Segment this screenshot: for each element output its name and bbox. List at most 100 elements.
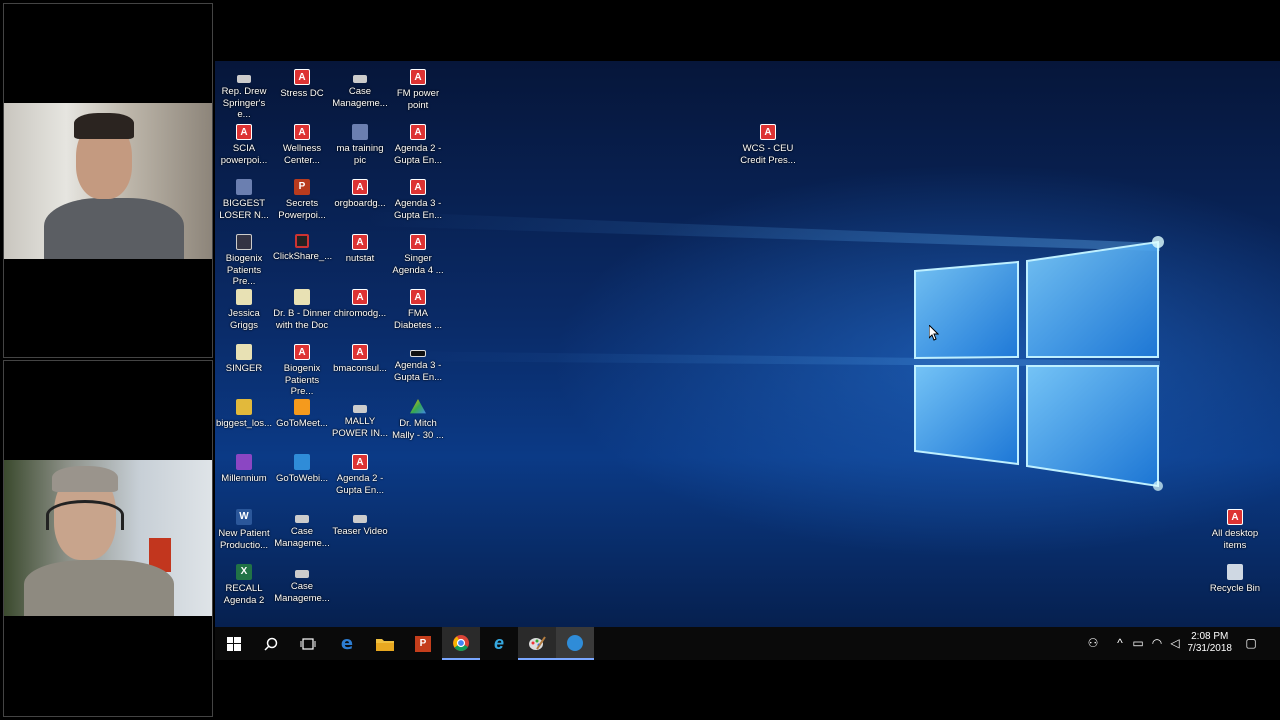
desktop-icon-agenda-2-gupta[interactable]: A Agenda 2 - Gupta En...: [389, 124, 447, 178]
pdf-file-icon: A: [352, 289, 368, 305]
pdf-file-icon: A: [352, 234, 368, 250]
internet-explorer-button[interactable]: e: [480, 627, 518, 660]
participant-2-hair: [52, 466, 118, 492]
desktop-icon-case-management-1[interactable]: Case Manageme...: [331, 69, 389, 123]
paint-icon: [529, 635, 546, 650]
image-file-icon: [352, 124, 368, 140]
pdf-file-icon: A: [410, 69, 426, 85]
desktop-icon-gotowebinar[interactable]: GoToWebi...: [273, 454, 331, 508]
edge-button[interactable]: e: [328, 627, 366, 660]
participant-1-hair: [74, 113, 134, 139]
desktop-icon-nutstat[interactable]: Anutstat: [331, 234, 389, 288]
gotowebinar-button[interactable]: [556, 627, 594, 660]
pdf-file-icon: A: [410, 124, 426, 140]
gotowebinar-app-icon: [294, 454, 310, 470]
video-file-icon: [237, 75, 251, 83]
desktop-icon-singer[interactable]: SINGER: [215, 344, 273, 398]
search-icon: [264, 637, 278, 651]
desktop-icon-biogenix-patients-1[interactable]: Biogenix Patients Pre...: [215, 234, 273, 288]
desktop-icon-stress-dc[interactable]: A Stress DC: [273, 69, 331, 123]
video-file-icon: [353, 75, 367, 83]
pdf-file-icon: A: [236, 124, 252, 140]
desktop-icon-case-management-2[interactable]: Case Manageme...: [273, 509, 331, 563]
desktop-icon-mally-power[interactable]: MALLY POWER IN...: [331, 399, 389, 453]
desktop-icon-millennium[interactable]: Millennium: [215, 454, 273, 508]
task-view-button[interactable]: [289, 627, 327, 660]
paint-button[interactable]: [518, 627, 556, 660]
clock-date: 7/31/2018: [1187, 643, 1233, 654]
pdf-file-icon: A: [410, 179, 426, 195]
image-file-icon: [236, 179, 252, 195]
pdf-file-icon: A: [760, 124, 776, 140]
desktop-icon-orgboardg[interactable]: Aorgboardg...: [331, 179, 389, 233]
bottom-letterbox: [215, 660, 1280, 720]
desktop-icon-teaser-video[interactable]: Teaser Video: [331, 509, 389, 563]
search-button[interactable]: [252, 627, 290, 660]
desktop-icon-biggest-loser[interactable]: BIGGEST LOSER N...: [215, 179, 273, 233]
desktop-icon-fma-diabetes[interactable]: A FMA Diabetes ...: [389, 289, 447, 343]
desktop-icon-agenda-2-gupta-b[interactable]: A Agenda 2 - Gupta En...: [331, 454, 389, 508]
taskbar-clock[interactable]: 2:08 PM 7/31/2018: [1188, 631, 1233, 655]
pdf-file-icon: A: [294, 124, 310, 140]
desktop-icon-wellness-center[interactable]: A Wellness Center...: [273, 124, 331, 178]
video-file-icon: [236, 234, 252, 250]
desktop-icon-new-patient[interactable]: W New Patient Productio...: [215, 509, 273, 563]
pdf-file-icon: A: [352, 179, 368, 195]
desktop-icon-recycle-bin[interactable]: Recycle Bin: [1206, 564, 1264, 618]
start-button[interactable]: [215, 627, 253, 660]
recycle-bin-icon: [1227, 564, 1243, 580]
millennium-app-icon: [236, 454, 252, 470]
desktop-icon-dr-mitch-mally[interactable]: Dr. Mitch Mally - 30 ...: [389, 399, 447, 453]
action-center-icon[interactable]: ▢: [1244, 636, 1258, 650]
pdf-file-icon: A: [294, 69, 310, 85]
video-file-icon: [353, 405, 367, 413]
powerpoint-icon: P: [415, 635, 431, 652]
internet-explorer-icon: e: [493, 633, 504, 653]
desktop-icon-chiromodg[interactable]: Achiromodg...: [331, 289, 389, 343]
desktop-icon-scia-powerpoint[interactable]: A SCIA powerpoi...: [215, 124, 273, 178]
task-view-icon: [300, 637, 316, 650]
pdf-file-icon: A: [294, 344, 310, 360]
desktop-icon-ma-training-pic[interactable]: ma training pic: [331, 124, 389, 178]
wifi-icon[interactable]: ◠: [1150, 636, 1164, 650]
people-icon[interactable]: ⚇: [1086, 636, 1100, 650]
desktop-icon-case-management-3[interactable]: Case Manageme...: [273, 564, 331, 618]
desktop-icon-agenda-3-gupta-video[interactable]: Agenda 3 - Gupta En...: [389, 344, 447, 398]
desktop-icon-singer-agenda-4[interactable]: A Singer Agenda 4 ...: [389, 234, 447, 288]
desktop-icon-biogenix-patients-2[interactable]: A Biogenix Patients Pre...: [273, 344, 331, 398]
desktop-icon-secrets-powerpoint[interactable]: P Secrets Powerpoi...: [273, 179, 331, 233]
desktop-icon-dr-b-dinner[interactable]: Dr. B - Dinner with the Doc: [273, 289, 331, 343]
desktop-icon-clickshare[interactable]: ClickShare_...: [273, 234, 332, 288]
windows-start-icon: [227, 636, 241, 651]
video-file-icon: [295, 570, 309, 578]
desktop-icon-jessica-griggs[interactable]: Jessica Griggs: [215, 289, 273, 343]
volume-icon[interactable]: ◁: [1168, 636, 1182, 650]
zip-folder-icon: [236, 399, 252, 415]
desktop-icon-agenda-3-gupta[interactable]: A Agenda 3 - Gupta En...: [389, 179, 447, 233]
desktop-icon-rep-drew-springer[interactable]: Rep. Drew Springer's e...: [215, 69, 273, 123]
desktop-icon-bmaconsul[interactable]: Abmaconsul...: [331, 344, 389, 398]
desktop-icon-biggest-los-zip[interactable]: biggest_los...: [215, 399, 273, 453]
powerpoint-button[interactable]: P: [404, 627, 442, 660]
battery-icon[interactable]: ▭: [1131, 636, 1145, 650]
gotowebinar-icon: [567, 634, 583, 651]
participant-2-body: [24, 560, 174, 616]
excel-file-icon: X: [236, 564, 252, 580]
pdf-file-icon: A: [410, 234, 426, 250]
windows-desktop[interactable]: Rep. Drew Springer's e... A SCIA powerpoi…: [215, 61, 1280, 627]
desktop-icon-wcs-ceu[interactable]: A WCS - CEU Credit Pres...: [739, 124, 797, 178]
chrome-button[interactable]: [442, 627, 480, 660]
clickshare-app-icon: [295, 234, 309, 248]
desktop-icon-all-desktop-items[interactable]: A All desktop items: [1206, 509, 1264, 563]
file-explorer-button[interactable]: [366, 627, 404, 660]
desktop-icon-fm-power-point[interactable]: A FM power point: [389, 69, 447, 123]
video-file-icon: [410, 350, 426, 357]
desktop-icon-recall-agenda[interactable]: X RECALL Agenda 2: [215, 564, 273, 618]
chevron-up-icon[interactable]: ^: [1113, 636, 1127, 650]
desktop-icon-gotomeeting[interactable]: GoToMeet...: [273, 399, 331, 453]
document-file-icon: [294, 289, 310, 305]
google-drive-icon: [410, 399, 426, 414]
headset-icon: [46, 500, 124, 530]
edge-icon: e: [340, 633, 354, 654]
powerpoint-file-icon: P: [294, 179, 310, 195]
